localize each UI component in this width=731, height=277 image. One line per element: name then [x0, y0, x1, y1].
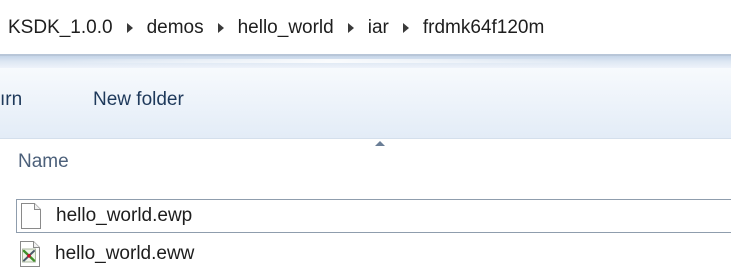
- address-bar-glow: [0, 56, 731, 68]
- command-bar: ırn New folder: [0, 68, 731, 139]
- file-name: hello_world.eww: [55, 243, 195, 264]
- address-bar[interactable]: KSDK_1.0.0 demos hello_world iar frdmk64…: [0, 0, 731, 56]
- command-partial-item[interactable]: ırn: [0, 89, 22, 111]
- breadcrumb-item-ksdk[interactable]: KSDK_1.0.0: [6, 17, 115, 39]
- new-folder-button[interactable]: New folder: [93, 89, 184, 111]
- breadcrumb-item-iar[interactable]: iar: [366, 17, 391, 39]
- sort-ascending-arrow-icon: [375, 141, 385, 146]
- chevron-right-icon[interactable]: [347, 23, 354, 33]
- file-name: hello_world.ewp: [56, 205, 193, 226]
- file-list: hello_world.ewp hello_world.eww: [0, 194, 731, 277]
- iar-workspace-file-icon: [20, 241, 40, 267]
- chevron-right-icon[interactable]: [217, 23, 224, 33]
- chevron-right-icon[interactable]: [402, 23, 409, 33]
- blank-file-icon: [21, 203, 41, 229]
- breadcrumb-item-frdmk64f120m[interactable]: frdmk64f120m: [421, 17, 546, 39]
- breadcrumb-item-hello-world[interactable]: hello_world: [236, 17, 336, 39]
- breadcrumb-item-demos[interactable]: demos: [145, 17, 206, 39]
- column-header-name[interactable]: Name: [18, 151, 69, 173]
- chevron-right-icon[interactable]: [126, 23, 133, 33]
- file-row-hello-world-ewp[interactable]: hello_world.ewp: [16, 199, 731, 233]
- breadcrumb: KSDK_1.0.0 demos hello_world iar frdmk64…: [6, 14, 546, 42]
- column-header: Name: [0, 139, 731, 189]
- file-row-hello-world-eww[interactable]: hello_world.eww: [16, 237, 731, 271]
